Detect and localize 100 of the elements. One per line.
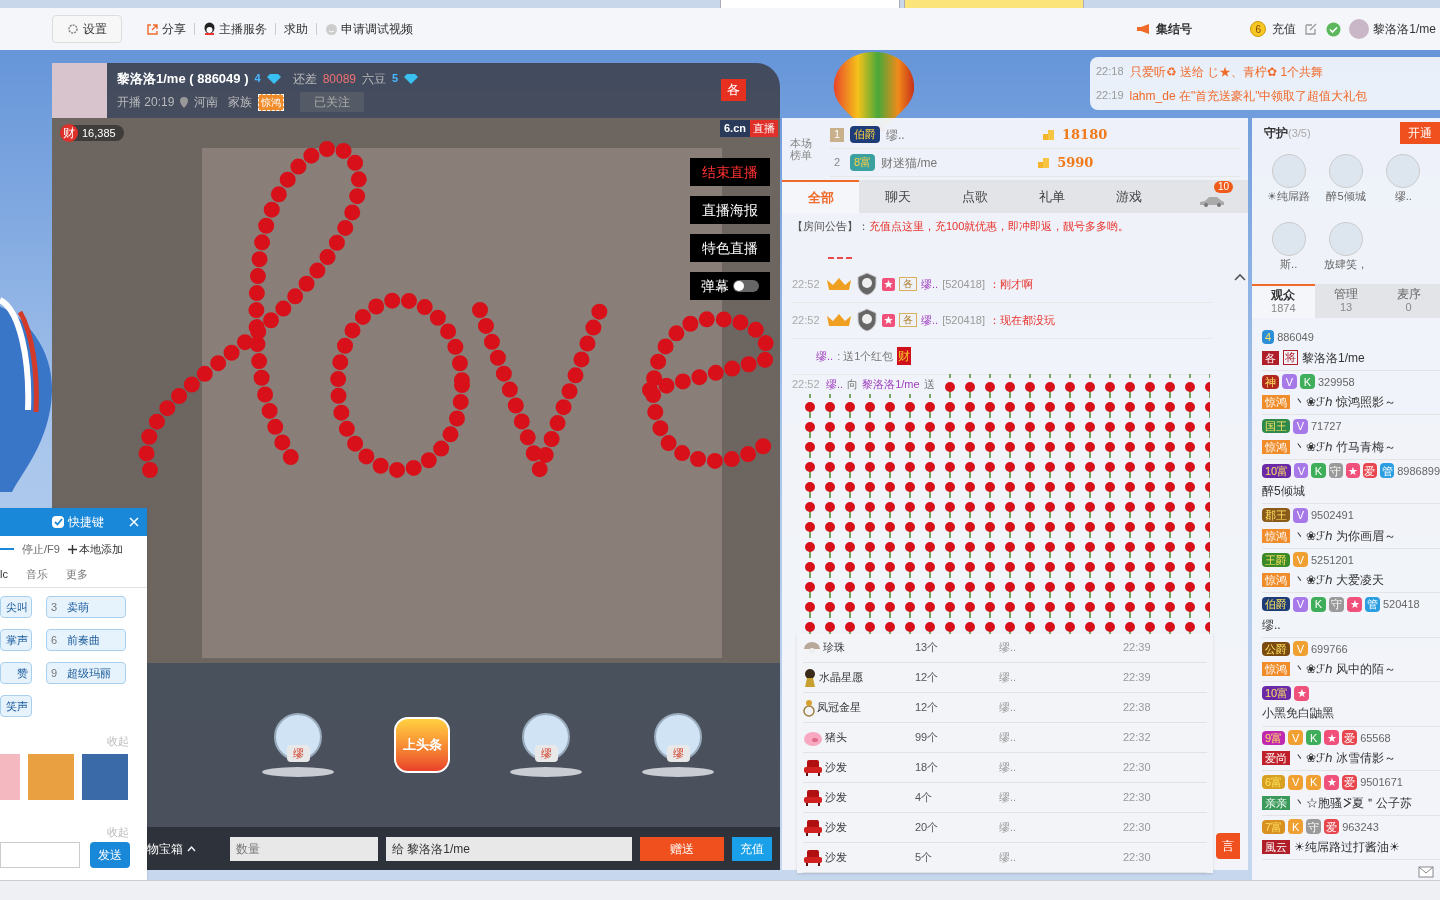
gift-name: 水晶星愿 — [819, 670, 863, 686]
sticker-thumbnail[interactable] — [28, 753, 74, 800]
audience-row[interactable]: 10富 ★ 小黑免白鼬黑 — [1262, 682, 1440, 727]
toggle-switch[interactable] — [733, 280, 759, 292]
video-action-button[interactable]: 结束直播 — [690, 158, 770, 186]
sound-button[interactable]: 笑声 — [0, 695, 32, 717]
user-name: ☀纯屌路过打酱油☀ — [1294, 839, 1400, 856]
guard-member[interactable]: 斯.. — [1260, 222, 1318, 284]
sound-button[interactable]: 6 前奏曲 — [46, 629, 126, 651]
ranking-row[interactable]: 2 8富 财迷猫/me 5990 — [830, 149, 1240, 177]
video-action-button[interactable]: 直播海报 — [690, 196, 770, 224]
audience-row[interactable]: 神 V K 329958 惊鸿 丶❀ℱℎ 惊鸿照影～ — [1262, 370, 1440, 415]
message-input[interactable] — [0, 842, 80, 868]
audience-tab[interactable]: 麦序 0 — [1377, 284, 1440, 318]
title-badge: 将 — [1283, 350, 1298, 365]
share-icon — [146, 22, 159, 36]
settings-button[interactable]: 设置 — [52, 15, 122, 43]
seat-label: 缪 — [666, 745, 690, 762]
audience-row[interactable]: 9富 V K ★ 爱 65568 爱尚 丶❀ℱℎ 冰雪倩影～ — [1262, 726, 1440, 771]
rally-link[interactable]: 集结号 — [1136, 20, 1193, 38]
video-action-button[interactable]: 特色直播 — [690, 234, 770, 262]
recipient-field[interactable]: 给 黎洛洛1/me — [386, 836, 632, 861]
message-time: 22:52 — [792, 276, 821, 292]
sound-tab[interactable]: 更多 — [65, 566, 88, 583]
family-label: 家族 — [228, 94, 253, 112]
user-name[interactable]: 黎洛洛1/me — [862, 376, 920, 393]
open-guard-button[interactable]: 开通 — [1400, 122, 1440, 144]
chevron-up-icon — [1234, 272, 1246, 281]
sound-button[interactable]: 尖叫 — [0, 596, 32, 618]
audience-row[interactable]: 7富 K 守 爱 963243 風云 ☀纯屌路过打酱油☀ — [1262, 815, 1440, 860]
quantity-field[interactable]: 数量 — [230, 836, 378, 861]
sound-button[interactable]: 掌声 — [0, 629, 32, 651]
user-name[interactable]: 缪.. — [826, 376, 844, 393]
checkbox[interactable] — [52, 516, 64, 528]
recharge-link[interactable]: 充值 — [1272, 20, 1297, 38]
progress-line — [0, 548, 14, 550]
diamond-icon — [266, 73, 281, 84]
audience-tab[interactable]: 观众 1874 — [1252, 284, 1315, 318]
penguin-icon — [203, 22, 216, 36]
family-badge: 各 — [899, 313, 917, 327]
user-tag: 爱 — [1342, 730, 1358, 746]
stop-button[interactable]: 停止/F9 — [22, 540, 60, 558]
live-tag: 直播 — [750, 120, 778, 137]
share-link[interactable]: 分享 — [146, 20, 186, 38]
treasure-box-button[interactable]: 物宝箱 — [147, 839, 222, 858]
danmaku-toggle[interactable]: 弹幕 — [690, 272, 770, 300]
user-name[interactable]: 缪.. — [921, 311, 939, 329]
nav-link[interactable]: 主播服务 — [203, 20, 267, 38]
audience-row[interactable]: 王爵 V 5251201 惊鸿 丶❀ℱℎ 大爱凌天 — [1262, 548, 1440, 593]
send-gift-button[interactable]: 赠送 — [640, 836, 724, 861]
audience-row[interactable]: 公爵 V 699766 惊鸿 丶❀ℱℎ 风中的陌～ — [1262, 637, 1440, 682]
guard-member[interactable]: 醉5倾城 — [1317, 154, 1375, 216]
user-tag: ★ — [1347, 596, 1362, 612]
user-name[interactable]: 黎洛洛1/me — [1373, 20, 1436, 38]
sound-tab[interactable]: 音乐 — [25, 566, 48, 583]
chat-tab[interactable]: 点歌 — [936, 180, 1013, 213]
family-badge: 惊鸿 — [1262, 395, 1290, 409]
user-tag: 管 — [1380, 463, 1395, 479]
sticker-thumbnail[interactable] — [0, 753, 20, 800]
sound-button[interactable]: 赞 — [0, 662, 32, 684]
user-tag: V — [1293, 552, 1308, 568]
sticker-thumbnail[interactable] — [82, 753, 128, 800]
gift-name: 猪头 — [825, 730, 847, 746]
audience-row[interactable]: 4 886049 各 将 黎洛洛1/me — [1262, 326, 1440, 371]
nav-link[interactable]: 申请调试视频 — [325, 20, 413, 38]
gift-name: 沙发 — [825, 850, 847, 866]
rank-badge: 郡王 — [1262, 508, 1290, 523]
user-name[interactable]: 缪.. — [816, 347, 834, 365]
chat-tab[interactable]: 礼单 — [1013, 180, 1090, 213]
guard-count: (3/5) — [1288, 125, 1311, 141]
audience-row[interactable]: 10富 V K 守 ★ 爱 管 8986899 醉5倾城 — [1262, 459, 1440, 504]
gift-sender: 缪.. — [999, 820, 1018, 836]
user-name[interactable]: 缪.. — [921, 275, 939, 293]
notification-text: 只爱听♻ 送给 じ★、青柠✿ 1个共舞 — [1129, 63, 1324, 81]
send-message-button[interactable]: 言 — [1216, 833, 1240, 859]
message-text: : 送1个红包 — [837, 348, 894, 364]
sound-button[interactable]: 3 卖萌 — [46, 596, 126, 618]
add-local-button[interactable]: 本地添加 — [67, 540, 123, 558]
user-tag: V — [1293, 641, 1308, 657]
guard-member[interactable]: ☀纯屌路 — [1260, 154, 1318, 216]
chat-tab[interactable]: 聊天 — [859, 180, 936, 213]
gift-time: 22:30 — [1123, 820, 1151, 836]
wealth-label: 财 — [897, 347, 912, 365]
ranking-row[interactable]: 1 伯爵 缪.. 18180 — [830, 121, 1240, 149]
diamond-icon — [404, 73, 419, 84]
audience-tab[interactable]: 管理 13 — [1314, 284, 1378, 318]
family-badge: 惊鸿 — [258, 93, 285, 111]
user-id: 71727 — [1311, 419, 1342, 434]
audience-row[interactable]: 伯爵 V K 守 ★ 管 520418 缪.. — [1262, 593, 1440, 638]
sound-tab[interactable]: lc — [0, 566, 8, 583]
sound-button[interactable]: 9 超级玛丽 — [46, 662, 126, 684]
chat-tab[interactable]: 游戏 — [1090, 180, 1167, 213]
audience-row[interactable]: 郡王 V 9502491 惊鸿 丶❀ℱℎ 为你画眉～ — [1262, 504, 1440, 549]
guard-member[interactable]: 放肆笑， — [1317, 222, 1375, 284]
nav-link[interactable]: 求助 — [284, 20, 308, 38]
guard-member[interactable]: 缪.. — [1374, 154, 1432, 216]
audience-row[interactable]: 国王 V 71727 惊鸿 丶❀ℱℎ 竹马青梅～ — [1262, 415, 1440, 460]
family-badge: 各 — [1262, 350, 1279, 365]
send-button[interactable]: 发送 — [90, 842, 130, 868]
seat-pedestal — [262, 767, 334, 777]
